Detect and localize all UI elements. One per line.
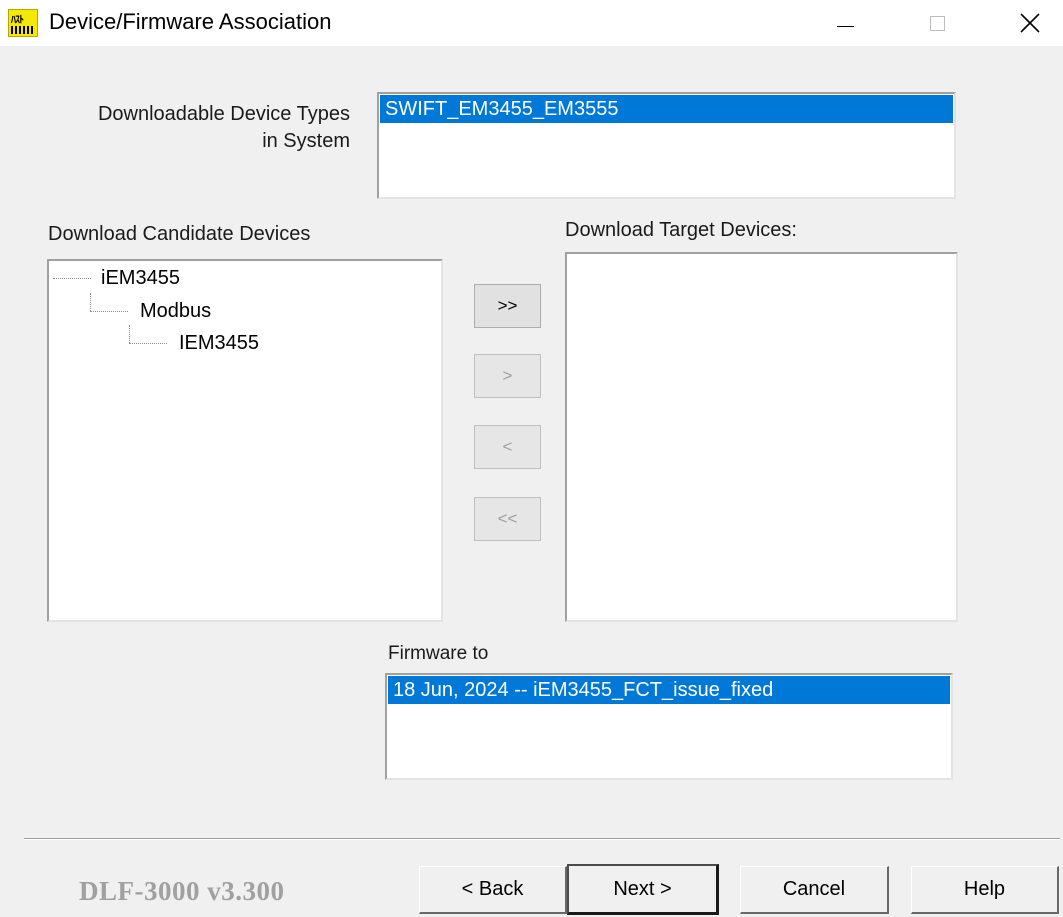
list-item[interactable]: SWIFT_EM3455_EM3555 bbox=[380, 95, 953, 123]
tree-connector bbox=[129, 343, 167, 344]
help-button[interactable]: Help bbox=[911, 866, 1059, 914]
firmware-list[interactable]: 18 Jun, 2024 -- iEM3455_FCT_issue_fixed bbox=[385, 673, 953, 780]
firmware-label: Firmware to bbox=[388, 643, 489, 664]
close-icon bbox=[1020, 13, 1040, 33]
back-button[interactable]: < Back bbox=[419, 866, 567, 914]
device-types-list[interactable]: SWIFT_EM3455_EM3555 bbox=[377, 92, 956, 199]
tree-connector bbox=[53, 278, 91, 279]
candidates-label: Download Candidate Devices bbox=[48, 223, 311, 245]
tree-node-modbus[interactable]: Modbus bbox=[140, 300, 211, 323]
remove-button[interactable]: < bbox=[474, 425, 541, 469]
app-icon: ﾊｽﾄ bbox=[8, 9, 38, 37]
targets-label: Download Target Devices: bbox=[565, 219, 797, 241]
tree-node-iem3455[interactable]: iEM3455 bbox=[101, 267, 180, 290]
window-title: Device/Firmware Association bbox=[49, 9, 332, 34]
tree-connector bbox=[129, 325, 130, 343]
add-button[interactable]: > bbox=[474, 354, 541, 398]
tree-connector bbox=[90, 311, 128, 312]
close-button[interactable] bbox=[1000, 0, 1060, 46]
minimize-button[interactable] bbox=[815, 0, 875, 46]
version-label: DLF-3000 v3.300 bbox=[79, 876, 285, 906]
remove-all-button[interactable]: << bbox=[474, 497, 541, 541]
candidates-tree[interactable]: iEM3455 Modbus IEM3455 bbox=[47, 259, 443, 622]
footer-separator bbox=[24, 838, 1060, 840]
tree-node-iem3455-device[interactable]: IEM3455 bbox=[179, 332, 259, 355]
targets-list[interactable] bbox=[565, 252, 958, 622]
next-button[interactable]: Next > bbox=[567, 864, 719, 915]
tree-connector bbox=[90, 293, 91, 311]
maximize-button[interactable] bbox=[907, 0, 967, 46]
cancel-button[interactable]: Cancel bbox=[740, 866, 889, 914]
device-types-label: Downloadable Device Types in System bbox=[50, 101, 350, 155]
add-all-button[interactable]: >> bbox=[474, 284, 541, 328]
device-types-label-line1: Downloadable Device Types bbox=[97, 103, 350, 125]
list-item[interactable]: 18 Jun, 2024 -- iEM3455_FCT_issue_fixed bbox=[388, 676, 950, 704]
title-bar: ﾊｽﾄ Device/Firmware Association bbox=[0, 0, 1063, 46]
device-types-label-line2: in System bbox=[262, 130, 350, 152]
